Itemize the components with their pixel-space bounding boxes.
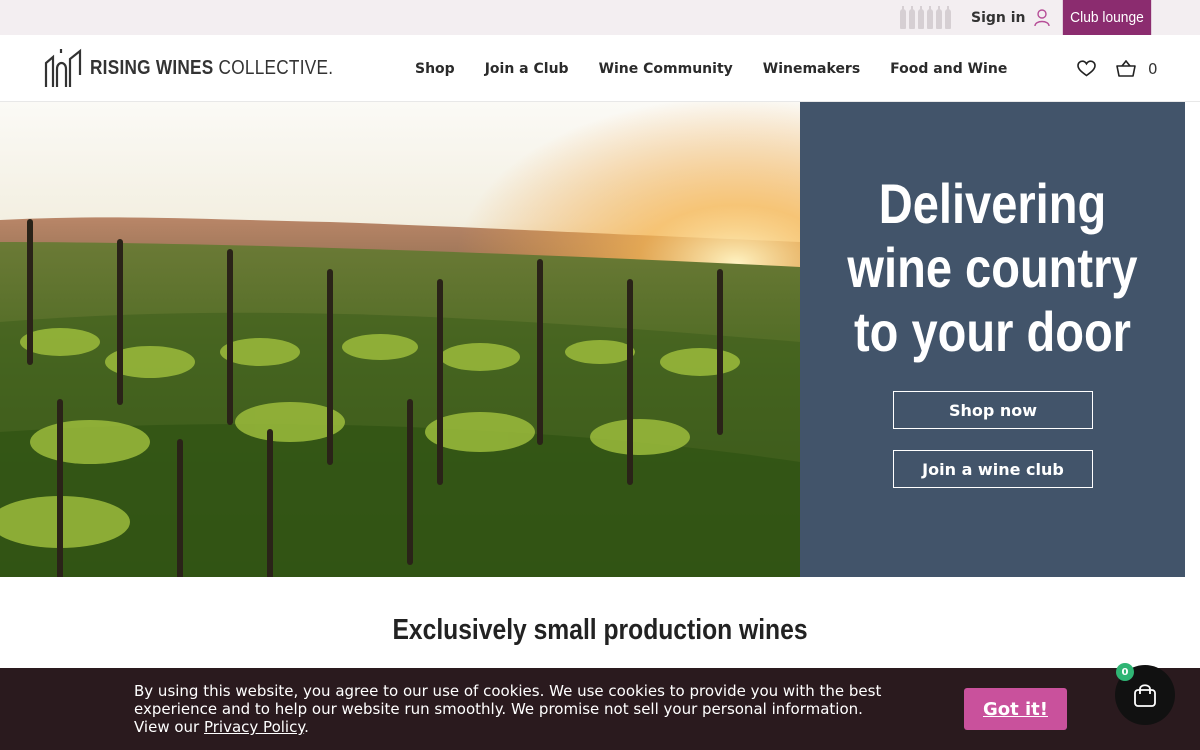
sign-in-label: Sign in [971,9,1026,26]
bottle-icon [909,6,915,29]
basket-icon [1116,59,1136,77]
bottle-icon [945,6,951,29]
cookie-text: By using this website, you agree to our … [134,682,882,718]
site-logo[interactable]: RISING WINES COLLECTIVE. [44,47,373,89]
site-header: RISING WINES COLLECTIVE. Shop Join a Clu… [0,35,1200,102]
nav-item-wine-community[interactable]: Wine Community [599,61,733,77]
cookie-banner: By using this website, you agree to our … [0,668,1200,750]
bottle-icon [936,6,942,29]
shopping-bag-icon [1134,684,1156,707]
main-nav: Shop Join a Club Wine Community Winemake… [400,35,1007,102]
cookie-view-prefix: View our [134,718,204,736]
user-icon [1033,8,1050,26]
logo-wordmark: RISING WINES COLLECTIVE. [90,57,333,80]
bottle-icon [918,6,924,29]
cart-count: 0 [1148,59,1158,78]
header-actions: 0 [1077,35,1158,102]
cookie-suffix: . [304,718,309,736]
floating-cart-badge: 0 [1116,663,1134,681]
accept-cookies-button[interactable]: Got it! [964,688,1067,730]
utility-bar: Sign in Club lounge [0,0,1200,35]
nav-item-join-a-club[interactable]: Join a Club [485,61,569,77]
join-wine-club-button[interactable]: Join a wine club [893,450,1093,488]
nav-item-winemakers[interactable]: Winemakers [763,61,860,77]
bottle-icon [900,6,906,29]
bottle-icon [927,6,933,29]
bottle-icons [900,6,951,29]
section-title: Exclusively small production wines [392,614,808,646]
club-lounge-button[interactable]: Club lounge [1062,0,1152,35]
hero-title: Delivering wine country to your door [847,172,1138,363]
hero-panel: Delivering wine country to your door Sho… [800,102,1185,577]
logo-wordmark-bold: RISING WINES [90,56,214,79]
hero-vineyard-image [0,102,800,577]
cookie-message: By using this website, you agree to our … [134,682,934,736]
shop-now-button[interactable]: Shop now [893,391,1093,429]
logo-mark-icon [44,48,82,87]
logo-wordmark-light: COLLECTIVE. [213,56,334,79]
nav-item-food-and-wine[interactable]: Food and Wine [890,61,1007,77]
sign-in-link[interactable]: Sign in [971,0,1050,35]
heart-icon[interactable] [1077,60,1096,77]
cart-button[interactable]: 0 [1116,59,1158,78]
nav-item-shop[interactable]: Shop [415,61,455,77]
privacy-policy-link[interactable]: Privacy Policy [204,718,304,736]
